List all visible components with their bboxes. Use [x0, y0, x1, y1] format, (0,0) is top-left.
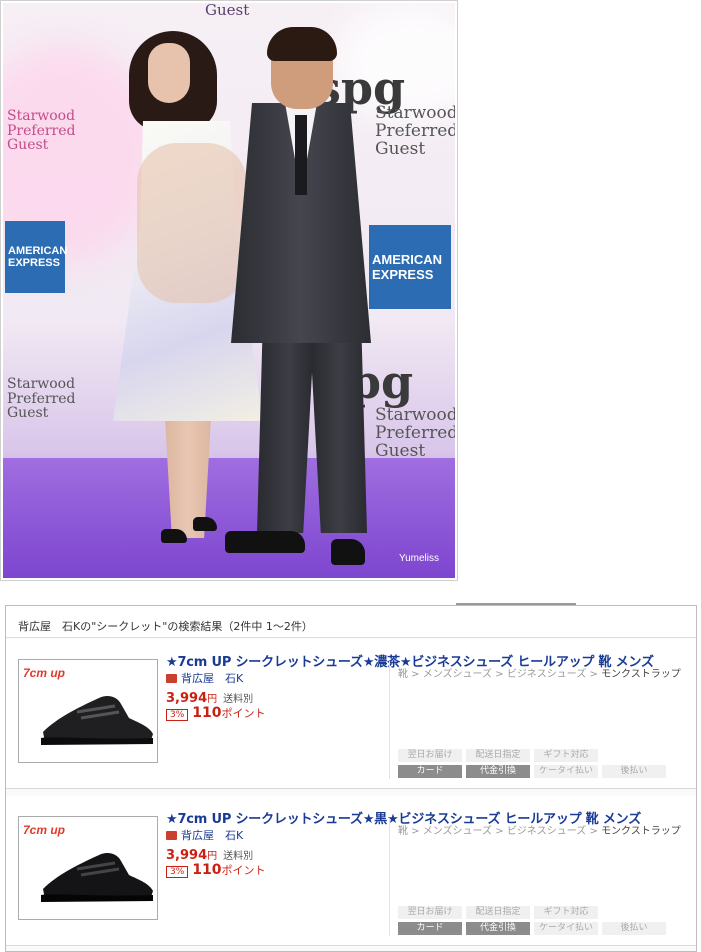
price-currency: 円: [207, 851, 218, 862]
category-breadcrumb: 靴 > メンズシューズ > ビジネスシューズ > モンクストラップ: [398, 826, 681, 837]
price-value: 3,994: [166, 691, 208, 706]
points-suffix: ポイント: [221, 707, 266, 720]
price-currency: 円: [207, 694, 218, 705]
event-photo: Guest Starwood Preferred Guest AMERICAN EXP…: [3, 3, 455, 578]
amex-logo-right: AMERICAN EXPRESS: [369, 225, 451, 309]
service-tags-row1: 翌日お届け 配送日指定 ギフト対応: [398, 906, 598, 919]
shipping-label: 送料別: [223, 851, 254, 862]
shop-icon: [166, 674, 177, 683]
column-divider: [389, 818, 390, 936]
spg-text-left-2: Starwood Preferred Guest: [7, 376, 76, 422]
man-shoe-right: [331, 539, 365, 565]
woman-shoe-right: [193, 517, 217, 531]
tag-gift: ギフト対応: [534, 906, 598, 919]
tag-next-day: 翌日お届け: [398, 906, 462, 919]
breadcrumb-link[interactable]: モンクストラップ: [601, 669, 681, 680]
man-figure-hair: [267, 27, 337, 61]
photo-watermark: Yumeliss: [398, 553, 439, 564]
tag-gift: ギフト対応: [534, 749, 598, 762]
points-value: 110: [192, 705, 222, 721]
shop-name: 背広屋 石K: [181, 829, 244, 842]
search-results-panel: 背広屋 石Kの"シークレット"の検索結果（2件中 1〜2件） 7cm up ★7…: [5, 603, 697, 952]
breadcrumb-link[interactable]: 靴: [398, 826, 408, 837]
search-results-header: 背広屋 石Kの"シークレット"の検索結果（2件中 1〜2件）: [6, 606, 696, 638]
price: 3,994円 送料別: [166, 687, 253, 706]
breadcrumb-link[interactable]: モンクストラップ: [601, 826, 681, 837]
breadcrumb-link[interactable]: ビジネスシューズ: [507, 826, 587, 837]
tag-cod: 代金引換: [466, 922, 530, 935]
tag-card: カード: [398, 922, 462, 935]
points: 3% 110ポイント: [166, 705, 266, 721]
points: 3% 110ポイント: [166, 862, 266, 878]
man-figure-tie: [295, 115, 307, 195]
amex-logo-left: AMERICAN EXPRESS: [5, 221, 67, 293]
spg-text-right-2: Starwood Preferred Guest: [375, 405, 455, 461]
product-thumbnail[interactable]: 7cm up: [18, 816, 158, 920]
spg-text-right-1: Starwood Preferred Guest: [375, 103, 455, 159]
point-rate-badge: 3%: [166, 709, 189, 721]
shop-icon: [166, 831, 177, 840]
tag-deferred: 後払い: [602, 765, 666, 778]
result-item: 7cm up ★7cm UP シークレットシューズ★濃茶★ビジネスシューズ ヒー…: [6, 639, 696, 789]
woman-figure-face: [148, 43, 190, 103]
shop-name: 背広屋 石K: [181, 672, 244, 685]
shoe-image: [41, 696, 153, 745]
tag-next-day: 翌日お届け: [398, 749, 462, 762]
breadcrumb-link[interactable]: 靴: [398, 669, 408, 680]
shop-name-link[interactable]: 背広屋 石K: [166, 827, 243, 843]
panel-top-edge: [456, 603, 576, 611]
tag-cod: 代金引換: [466, 765, 530, 778]
banner-top-text: Guest: [205, 3, 250, 19]
points-suffix: ポイント: [221, 864, 266, 877]
man-shoe-left: [225, 531, 305, 553]
event-photo-frame: Guest Starwood Preferred Guest AMERICAN EXP…: [0, 0, 458, 581]
result-item: 7cm up ★7cm UP シークレットシューズ★黒★ビジネスシューズ ヒール…: [6, 796, 696, 946]
price-value: 3,994: [166, 848, 208, 863]
category-breadcrumb: 靴 > メンズシューズ > ビジネスシューズ > モンクストラップ: [398, 669, 681, 680]
shipping-label: 送料別: [223, 694, 254, 705]
tag-card: カード: [398, 765, 462, 778]
column-divider: [389, 661, 390, 779]
tag-deferred: 後払い: [602, 922, 666, 935]
service-tags-row1: 翌日お届け 配送日指定 ギフト対応: [398, 749, 598, 762]
tag-mobile-pay: ケータイ払い: [534, 765, 598, 778]
woman-shoe-left: [161, 529, 187, 543]
height-badge: 7cm up: [23, 823, 66, 837]
spg-text-left-1: Starwood Preferred Guest: [7, 108, 76, 154]
tag-delivery-date: 配送日指定: [466, 749, 530, 762]
points-value: 110: [192, 862, 222, 878]
service-tags-row2: カード 代金引換 ケータイ払い 後払い: [398, 922, 666, 935]
woman-figure-arms: [137, 143, 247, 303]
height-badge: 7cm up: [23, 666, 66, 680]
breadcrumb-link[interactable]: メンズシューズ: [423, 669, 492, 680]
service-tags-row2: カード 代金引換 ケータイ払い 後払い: [398, 765, 666, 778]
price: 3,994円 送料別: [166, 844, 253, 863]
tag-mobile-pay: ケータイ払い: [534, 922, 598, 935]
product-thumbnail[interactable]: 7cm up: [18, 659, 158, 763]
breadcrumb-link[interactable]: ビジネスシューズ: [507, 669, 587, 680]
stage-floor: [3, 458, 455, 578]
point-rate-badge: 3%: [166, 866, 189, 878]
shoe-image: [41, 853, 153, 902]
tag-delivery-date: 配送日指定: [466, 906, 530, 919]
breadcrumb-link[interactable]: メンズシューズ: [423, 826, 492, 837]
shop-name-link[interactable]: 背広屋 石K: [166, 670, 243, 686]
